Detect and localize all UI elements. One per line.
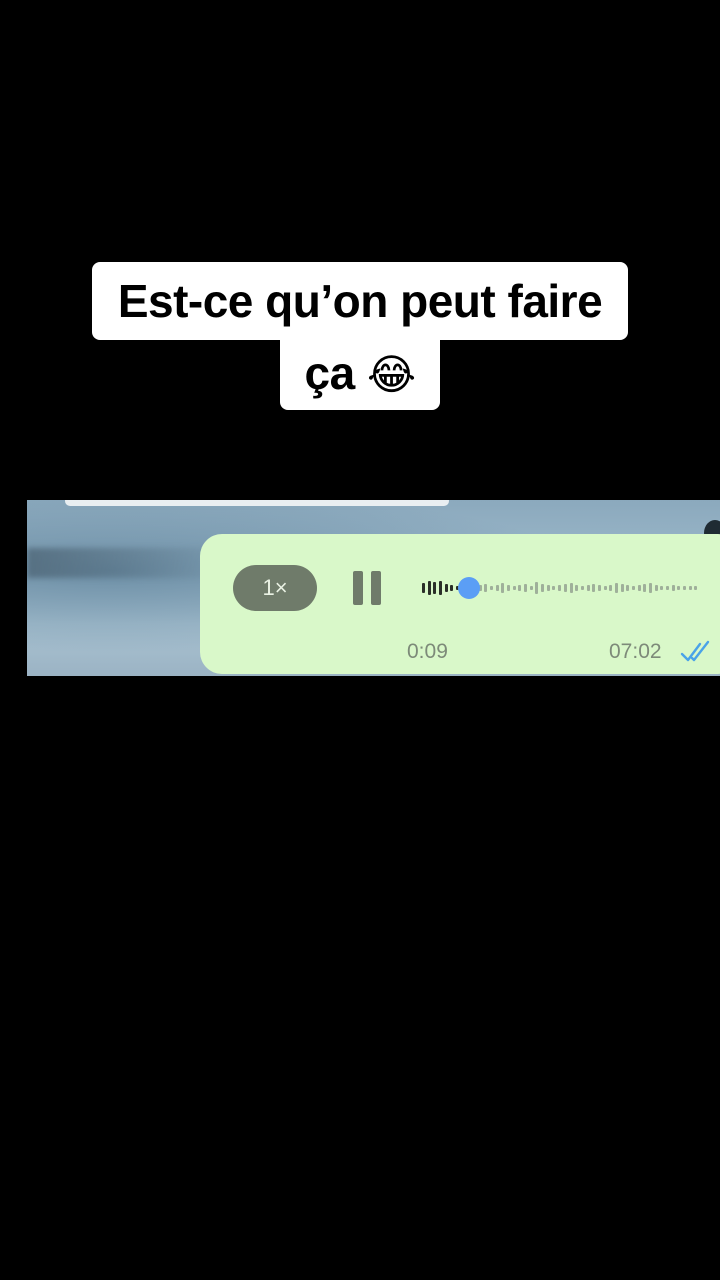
waveform-bar	[592, 584, 596, 592]
caption-line-2-text: ça	[304, 347, 355, 399]
waveform-bar	[586, 585, 590, 591]
playback-speed-button[interactable]: 1×	[233, 565, 317, 611]
waveform-bar	[677, 586, 681, 590]
waveform-bar	[546, 585, 550, 591]
waveform-bar	[495, 585, 499, 591]
voice-message-bubble[interactable]: 1× 0:09 07:02	[200, 534, 720, 674]
waveform-bar	[490, 586, 494, 590]
pause-icon[interactable]	[350, 571, 386, 605]
pause-bar-left	[353, 571, 363, 605]
waveform-bar	[665, 586, 669, 590]
waveform-bar	[682, 586, 686, 590]
waveform-bar	[620, 584, 624, 592]
background-ui-bar	[65, 500, 449, 506]
waveform-bar	[524, 584, 528, 592]
progress-knob[interactable]	[458, 577, 481, 599]
waveform-bar	[558, 585, 562, 591]
caption-line-1: Est-ce qu’on peut faire	[91, 262, 629, 340]
waveform-bar	[552, 586, 556, 590]
tears-of-joy-emoji: 😂	[366, 350, 416, 399]
waveform-bar	[660, 586, 664, 590]
elapsed-time: 0:09	[407, 640, 448, 663]
waveform-bar	[626, 585, 630, 591]
waveform-bar	[688, 586, 692, 590]
waveform-bar	[484, 584, 488, 592]
waveform-bar	[609, 585, 613, 591]
waveform-bar	[637, 585, 641, 591]
waveform-bar	[569, 583, 573, 593]
waveform-bar	[563, 584, 567, 592]
waveform-bar	[614, 583, 618, 593]
waveform-bar	[501, 583, 505, 593]
caption-line-2: ça 😂	[280, 338, 440, 410]
waveform-bar	[535, 582, 539, 594]
waveform-bar	[541, 584, 545, 592]
waveform-bar	[427, 581, 431, 595]
double-check-icon	[680, 640, 710, 662]
waveform-bar	[671, 585, 675, 591]
waveform-bar	[597, 585, 601, 591]
waveform-bar	[512, 586, 516, 590]
waveform-bar	[603, 586, 607, 590]
background-shoreline	[27, 548, 227, 578]
waveform-bar	[575, 585, 579, 591]
waveform-bar	[694, 586, 698, 590]
waveform-bar	[450, 585, 454, 591]
waveform-bar	[631, 586, 635, 590]
video-caption: Est-ce qu’on peut faire ça 😂	[0, 262, 720, 410]
waveform-bar	[422, 583, 425, 593]
waveform-bar	[529, 586, 533, 590]
waveform-bar	[439, 581, 443, 595]
message-time: 07:02	[609, 640, 662, 663]
waveform-bar	[433, 582, 437, 594]
waveform-bar	[654, 585, 658, 591]
waveform-bar	[580, 586, 584, 590]
audio-waveform-scrubber[interactable]	[422, 574, 700, 602]
waveform-bar	[643, 584, 647, 592]
waveform-bar	[518, 585, 522, 591]
waveform-bar	[444, 584, 448, 592]
pause-bar-right	[371, 571, 381, 605]
waveform-bar	[507, 585, 511, 591]
waveform-bar	[648, 583, 652, 593]
